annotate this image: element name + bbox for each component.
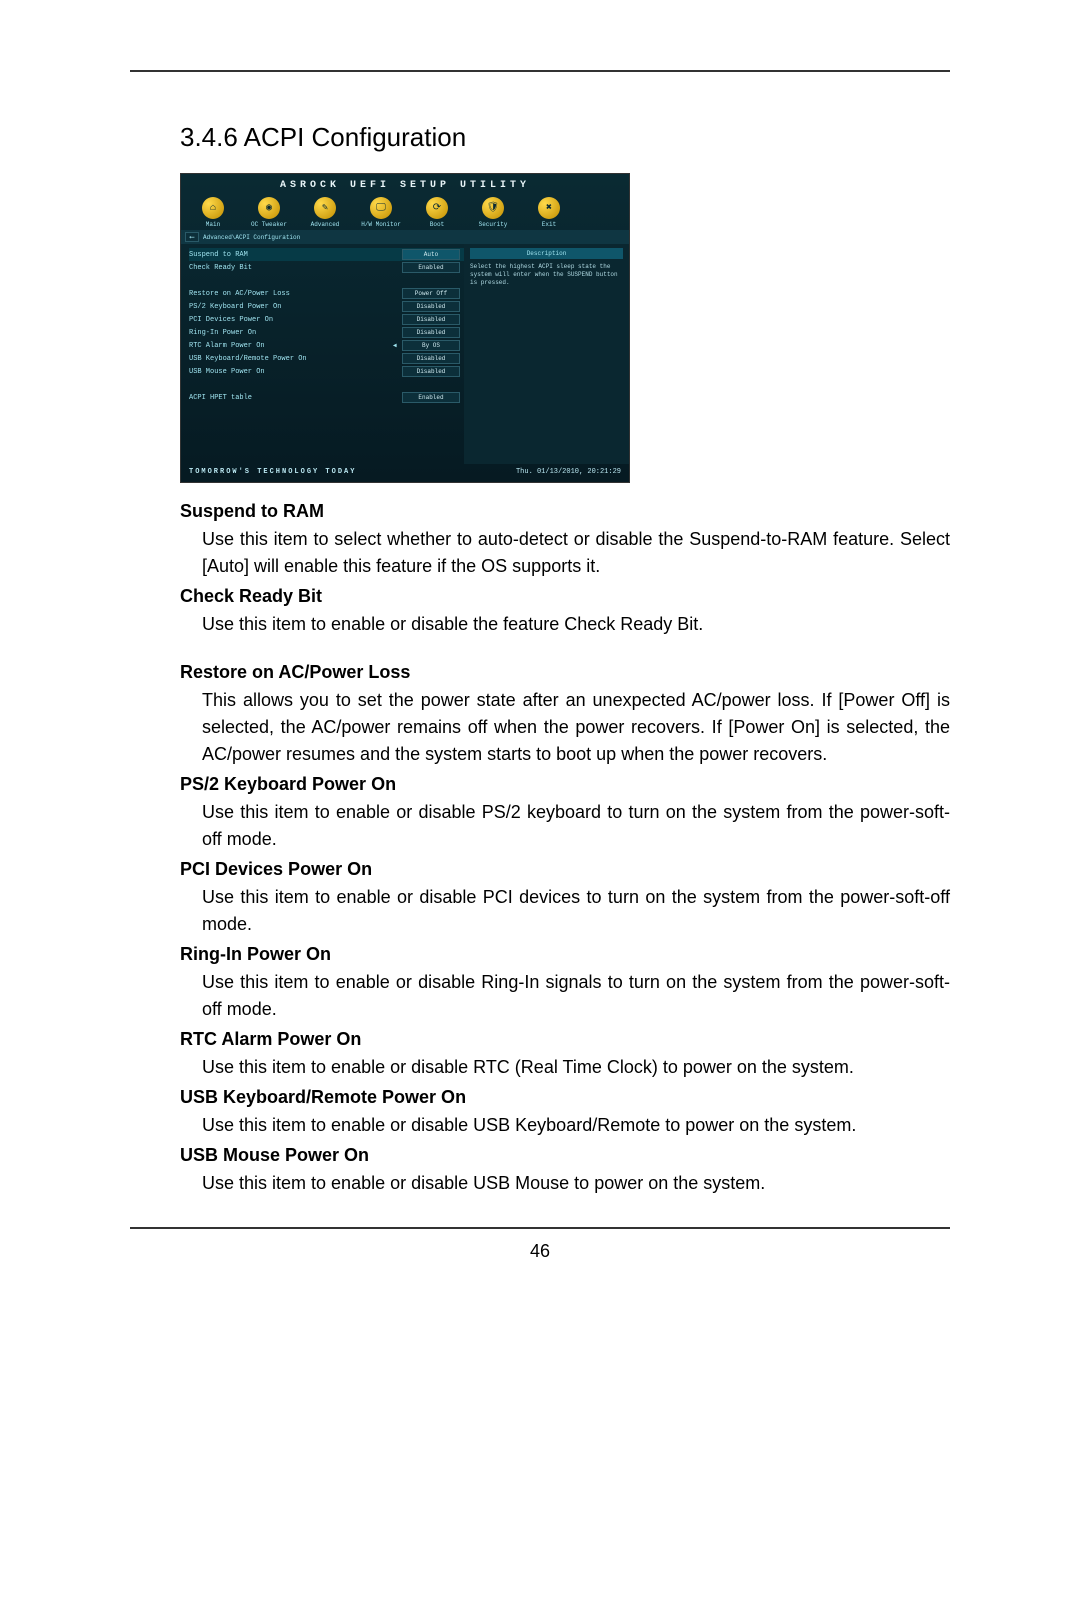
bios-setting-label: Ring-In Power On xyxy=(189,329,402,337)
bios-setting-label: Suspend to RAM xyxy=(189,251,402,259)
doc-item: Ring-In Power On Use this item to enable … xyxy=(180,944,950,1023)
doc-item-title: Restore on AC/Power Loss xyxy=(180,662,950,683)
doc-item: PCI Devices Power On Use this item to ena… xyxy=(180,859,950,938)
bios-setting-label: PCI Devices Power On xyxy=(189,316,402,324)
bios-setting-row: Ring-In Power OnDisabled xyxy=(189,326,464,339)
bios-setting-value: Disabled xyxy=(402,301,460,312)
doc-item-title: USB Mouse Power On xyxy=(180,1145,950,1166)
bios-tab-icon: ✖ xyxy=(538,197,560,219)
section-heading: 3.4.6 ACPI Configuration xyxy=(180,122,950,153)
doc-item: Check Ready Bit Use this item to enable o… xyxy=(180,586,950,638)
bios-tab-advanced: ✎ Advanced xyxy=(297,195,353,230)
bios-desc-title: Description xyxy=(470,248,623,259)
doc-item-desc: Use this item to enable or disable Ring-… xyxy=(180,969,950,1023)
bios-setting-value: Enabled xyxy=(402,262,460,273)
doc-item-title: Check Ready Bit xyxy=(180,586,950,607)
doc-item: RTC Alarm Power On Use this item to enabl… xyxy=(180,1029,950,1081)
bios-tab-h-w-monitor: 🖵 H/W Monitor xyxy=(353,195,409,230)
bios-setting-label: Check Ready Bit xyxy=(189,264,402,272)
doc-item: Suspend to RAM Use this item to select wh… xyxy=(180,501,950,580)
bios-setting-row: Restore on AC/Power LossPower Off xyxy=(189,287,464,300)
bios-setting-label: USB Keyboard/Remote Power On xyxy=(189,355,402,363)
bios-tab-main: ⌂ Main xyxy=(185,195,241,230)
bios-tab-label: Advanced xyxy=(311,221,340,228)
bios-tab-label: Boot xyxy=(430,221,444,228)
bios-setting-value: Disabled xyxy=(402,327,460,338)
bios-setting-row: PS/2 Keyboard Power OnDisabled xyxy=(189,300,464,313)
bios-tab-icon: ✎ xyxy=(314,197,336,219)
bios-setting-row: PCI Devices Power OnDisabled xyxy=(189,313,464,326)
bios-setting-row: Suspend to RAMAuto xyxy=(189,248,464,261)
bios-setting-value: Power Off xyxy=(402,288,460,299)
bios-setting-row: USB Keyboard/Remote Power OnDisabled xyxy=(189,352,464,365)
doc-item-desc: Use this item to enable or disable RTC (… xyxy=(180,1054,950,1081)
bios-setting-row xyxy=(189,274,464,287)
doc-item-desc: Use this item to enable or disable PS/2 … xyxy=(180,799,950,853)
bios-desc-text: Select the highest ACPI sleep state the … xyxy=(470,263,623,286)
doc-item-desc: Use this item to enable or disable the f… xyxy=(180,611,950,638)
bios-setting-value: Disabled xyxy=(402,353,460,364)
doc-item: Restore on AC/Power Loss This allows you … xyxy=(180,662,950,768)
bios-setting-label: PS/2 Keyboard Power On xyxy=(189,303,402,311)
bios-tab-oc-tweaker: ◉ OC Tweaker xyxy=(241,195,297,230)
bios-tab-icon: ⟳ xyxy=(426,197,448,219)
breadcrumb-text: Advanced\ACPI Configuration xyxy=(203,234,300,241)
bios-tab-icon: ⌂ xyxy=(202,197,224,219)
doc-item-desc: Use this item to enable or disable PCI d… xyxy=(180,884,950,938)
bios-setting-row: RTC Alarm Power OnBy OS xyxy=(189,339,464,352)
bios-setting-label: RTC Alarm Power On xyxy=(189,342,402,350)
doc-item-title: USB Keyboard/Remote Power On xyxy=(180,1087,950,1108)
bios-setting-value: Disabled xyxy=(402,314,460,325)
doc-item-desc: Use this item to enable or disable USB K… xyxy=(180,1112,950,1139)
bios-setting-row: Check Ready BitEnabled xyxy=(189,261,464,274)
doc-item-title: Ring-In Power On xyxy=(180,944,950,965)
bios-setting-value: Auto xyxy=(402,249,460,260)
bios-footer-time: Thu. 01/13/2010, 20:21:29 xyxy=(516,468,621,476)
bios-tab-label: OC Tweaker xyxy=(251,221,287,228)
bios-setting-value: Disabled xyxy=(402,366,460,377)
bios-screenshot: ASROCK UEFI SETUP UTILITY ⌂ Main ◉ OC Tweak… xyxy=(180,173,630,483)
doc-item: USB Keyboard/Remote Power On Use this ite… xyxy=(180,1087,950,1139)
doc-item-title: PCI Devices Power On xyxy=(180,859,950,880)
bios-setting-value: By OS xyxy=(402,340,460,351)
bios-tab-label: Main xyxy=(206,221,220,228)
bios-tab-icon: 🖵 xyxy=(370,197,392,219)
bios-setting-row xyxy=(189,378,464,391)
bios-tab-label: Exit xyxy=(542,221,556,228)
bios-setting-label: Restore on AC/Power Loss xyxy=(189,290,402,298)
bios-setting-label: ACPI HPET table xyxy=(189,394,402,402)
doc-item: USB Mouse Power On Use this item to enabl… xyxy=(180,1145,950,1197)
bios-tab-exit: ✖ Exit xyxy=(521,195,577,230)
bios-tab-icon: ◉ xyxy=(258,197,280,219)
bios-tab-label: Security xyxy=(479,221,508,228)
bios-setting-value: Enabled xyxy=(402,392,460,403)
doc-item-title: Suspend to RAM xyxy=(180,501,950,522)
bios-setting-row: ACPI HPET tableEnabled xyxy=(189,391,464,404)
doc-item-desc: Use this item to enable or disable USB M… xyxy=(180,1170,950,1197)
doc-item-title: RTC Alarm Power On xyxy=(180,1029,950,1050)
doc-item-desc: This allows you to set the power state a… xyxy=(180,687,950,768)
bios-setting-row: USB Mouse Power OnDisabled xyxy=(189,365,464,378)
doc-item-title: PS/2 Keyboard Power On xyxy=(180,774,950,795)
bios-tab-icon: 🛡 xyxy=(482,197,504,219)
bios-title: ASROCK UEFI SETUP UTILITY xyxy=(181,174,629,193)
bios-setting-label: USB Mouse Power On xyxy=(189,368,402,376)
bios-tab-label: H/W Monitor xyxy=(361,221,401,228)
page-number: 46 xyxy=(130,1241,950,1262)
bios-tab-security: 🛡 Security xyxy=(465,195,521,230)
bios-tab-boot: ⟳ Boot xyxy=(409,195,465,230)
doc-item-desc: Use this item to select whether to auto-… xyxy=(180,526,950,580)
doc-item: PS/2 Keyboard Power On Use this item to e… xyxy=(180,774,950,853)
bios-breadcrumb: ⟵ Advanced\ACPI Configuration xyxy=(181,230,629,244)
bios-footer-tag: TOMORROW'S TECHNOLOGY TODAY xyxy=(189,468,356,476)
back-icon: ⟵ xyxy=(185,232,199,242)
